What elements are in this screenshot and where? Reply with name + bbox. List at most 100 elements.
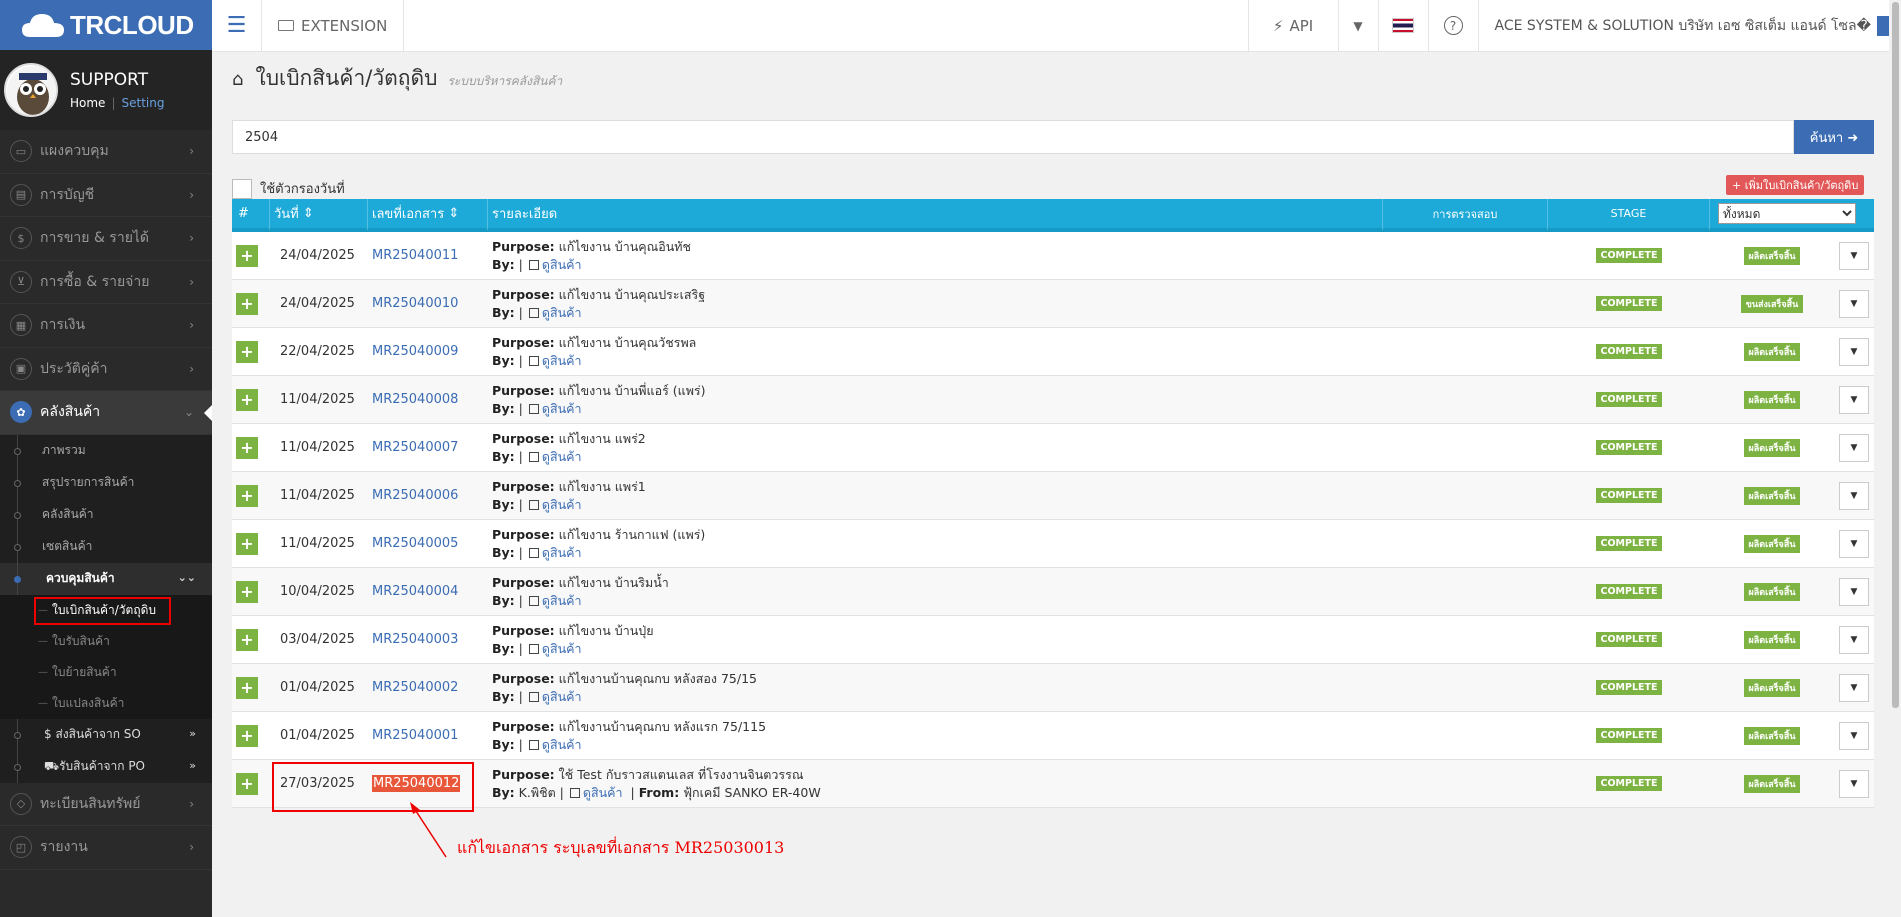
see-items-link[interactable]: ดูสินค้า [542, 545, 582, 560]
sidebar-item-assets[interactable]: ◇ ทะเบียนสินทรัพย์ › [0, 783, 212, 826]
sidebar-subitem[interactable]: คลังสินค้า [0, 498, 212, 531]
date-filter-checkbox[interactable] [232, 178, 252, 199]
row-action-dropdown-button[interactable]: ▼ [1839, 673, 1869, 702]
row-action-dropdown-button[interactable]: ▼ [1839, 529, 1869, 558]
see-items-link[interactable]: ดูสินค้า [542, 449, 582, 464]
see-items-link[interactable]: ดูสินค้า [542, 305, 582, 320]
expand-row-button[interactable]: + [236, 676, 258, 699]
row-doc-number[interactable]: MR25040003 [368, 632, 488, 647]
home-link[interactable]: Home [70, 96, 105, 110]
expand-row-button[interactable]: + [236, 724, 258, 747]
expand-row-button[interactable]: + [236, 772, 258, 795]
see-items-link[interactable]: ดูสินค้า [542, 689, 582, 704]
dropdown-button[interactable]: ▼ [1339, 0, 1379, 51]
language-flag-button[interactable] [1379, 0, 1429, 51]
see-items-link[interactable]: ดูสินค้า [542, 353, 582, 368]
expand-row-button[interactable]: + [236, 436, 258, 459]
page-scrollbar[interactable] [1889, 0, 1901, 917]
see-items-link[interactable]: ดูสินค้า [542, 593, 582, 608]
sidebar-item-contacts[interactable]: ▣ ประวัติคู่ค้า › [0, 348, 212, 391]
expand-row-button[interactable]: + [236, 244, 258, 267]
avatar[interactable] [4, 63, 58, 117]
doc-number-link[interactable]: MR25040007 [372, 440, 458, 455]
api-button[interactable]: ⚡ API [1249, 0, 1339, 51]
doc-number-link[interactable]: MR25040002 [372, 680, 458, 695]
row-action-dropdown-button[interactable]: ▼ [1839, 385, 1869, 414]
row-action-dropdown-button[interactable]: ▼ [1839, 481, 1869, 510]
see-items-link[interactable]: ดูสินค้า [583, 785, 623, 800]
sidebar-item-purchase[interactable]: ⊻ การซื้อ & รายจ่าย › [0, 261, 212, 304]
see-items-link[interactable]: ดูสินค้า [542, 257, 582, 272]
doc-number-link[interactable]: MR25040004 [372, 584, 458, 599]
row-doc-number[interactable]: MR25040004 [368, 584, 488, 599]
row-doc-number[interactable]: MR25040007 [368, 440, 488, 455]
row-action-dropdown-button[interactable]: ▼ [1839, 433, 1869, 462]
row-action-dropdown-button[interactable]: ▼ [1839, 289, 1869, 318]
doc-number-link[interactable]: MR25040011 [372, 248, 458, 263]
status-filter-select[interactable]: ทั้งหมด [1718, 203, 1856, 224]
row-doc-number[interactable]: MR25040010 [368, 296, 488, 311]
hamburger-menu-button[interactable]: ☰ [212, 0, 262, 51]
search-input[interactable] [232, 120, 1794, 154]
see-items-link[interactable]: ดูสินค้า [542, 401, 582, 416]
search-button[interactable]: ค้นหา ➜ [1794, 120, 1874, 154]
sidebar-subitem[interactable]: สรุปรายการสินค้า [0, 466, 212, 499]
sidebar-subitem-receive-po[interactable]: ⛟ รับสินค้าจาก PO » [0, 750, 212, 783]
sidebar-subitem[interactable]: ภาพรวม [0, 434, 212, 467]
row-action-dropdown-button[interactable]: ▼ [1839, 721, 1869, 750]
sidebar-item-warehouse[interactable]: ✿ คลังสินค้า ⌄ [0, 391, 212, 435]
row-doc-number[interactable]: MR25040001 [368, 728, 488, 743]
expand-row-button[interactable]: + [236, 388, 258, 411]
row-doc-number[interactable]: MR25040011 [368, 248, 488, 263]
add-requisition-button[interactable]: + เพิ่มใบเบิกสินค้า/วัตถุดิบ [1726, 175, 1865, 195]
row-action-dropdown-button[interactable]: ▼ [1839, 769, 1869, 798]
row-action-dropdown-button[interactable]: ▼ [1839, 337, 1869, 366]
row-doc-number[interactable]: MR25040002 [368, 680, 488, 695]
row-doc-number[interactable]: MR25040008 [368, 392, 488, 407]
row-doc-number[interactable]: MR25040005 [368, 536, 488, 551]
setting-link[interactable]: Setting [121, 96, 164, 110]
sidebar-subsub-item[interactable]: ใบรับสินค้า [0, 626, 212, 657]
expand-row-button[interactable]: + [236, 340, 258, 363]
row-doc-number[interactable]: MR25040006 [368, 488, 488, 503]
sidebar-subsub-item[interactable]: ใบแปลงสินค้า [0, 688, 212, 719]
scrollbar-thumb[interactable] [1892, 2, 1899, 708]
expand-row-button[interactable]: + [236, 532, 258, 555]
doc-number-link[interactable]: MR25040001 [372, 728, 458, 743]
sidebar-item-finance[interactable]: ▦ การเงิน › [0, 304, 212, 348]
sidebar-item-reports[interactable]: ◰ รายงาน › [0, 826, 212, 870]
extension-button[interactable]: EXTENSION [262, 0, 405, 51]
company-selector[interactable]: ACE SYSTEM & SOLUTION บริษัท เอซ ซิสเต็ม… [1479, 0, 1901, 51]
sidebar-item-sales[interactable]: $ การขาย & รายได้ › [0, 217, 212, 261]
sidebar-item-accounting[interactable]: ▤ การบัญชี › [0, 174, 212, 217]
bullet-icon [14, 731, 21, 739]
expand-row-button[interactable]: + [236, 628, 258, 651]
row-action-dropdown-button[interactable]: ▼ [1839, 577, 1869, 606]
expand-row-button[interactable]: + [236, 580, 258, 603]
header-date[interactable]: วันที่ ⇕ [270, 197, 368, 230]
home-icon[interactable]: ⌂ [232, 69, 243, 90]
doc-number-link[interactable]: MR25040003 [372, 632, 458, 647]
sidebar-subsub-item[interactable]: ใบย้ายสินค้า [0, 657, 212, 688]
sidebar-subitem-ship-so[interactable]: $ ส่งสินค้าจาก SO » [0, 718, 212, 751]
expand-row-button[interactable]: + [236, 484, 258, 507]
row-action-dropdown-button[interactable]: ▼ [1839, 625, 1869, 654]
doc-number-link[interactable]: MR25040008 [372, 392, 458, 407]
doc-number-link[interactable]: MR25040006 [372, 488, 458, 503]
doc-number-link[interactable]: MR25040010 [372, 296, 458, 311]
sidebar-group-control[interactable]: ควบคุมสินค้า ⌄⌄ [0, 562, 212, 595]
expand-row-button[interactable]: + [236, 292, 258, 315]
doc-number-link[interactable]: MR25040005 [372, 536, 458, 551]
row-doc-number[interactable]: MR25040009 [368, 344, 488, 359]
see-items-link[interactable]: ดูสินค้า [542, 737, 582, 752]
help-button[interactable]: ? [1429, 0, 1479, 51]
doc-number-link[interactable]: MR25040009 [372, 344, 458, 359]
see-items-link[interactable]: ดูสินค้า [542, 641, 582, 656]
header-doc-number[interactable]: เลขที่เอกสาร ⇕ [368, 197, 488, 230]
brand-logo[interactable]: TRCLOUD [0, 0, 212, 50]
sidebar-subitem[interactable]: เซตสินค้า [0, 530, 212, 563]
row-action-dropdown-button[interactable]: ▼ [1839, 241, 1869, 270]
sidebar-item-dashboard[interactable]: ▭ แผงควบคุม › [0, 130, 212, 174]
see-items-link[interactable]: ดูสินค้า [542, 497, 582, 512]
sidebar-subsub-item[interactable]: ใบเบิกสินค้า/วัตถุดิบ [0, 595, 212, 626]
